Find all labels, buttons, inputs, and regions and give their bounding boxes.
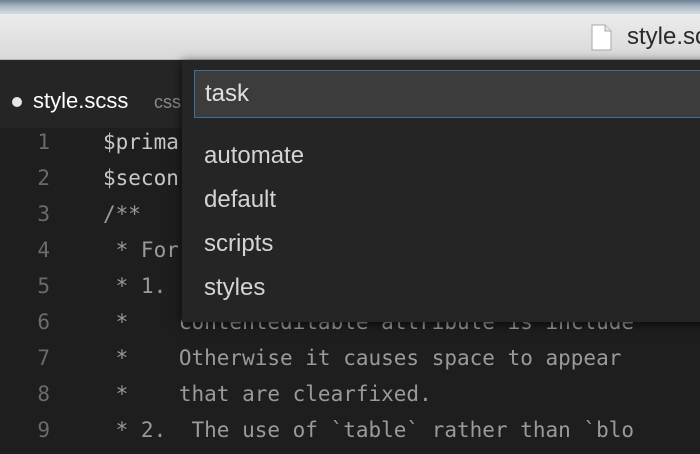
line-number: 5 <box>37 274 50 298</box>
line-number: 7 <box>37 346 50 370</box>
line-code: $prima <box>103 130 179 154</box>
line-code: * For <box>103 238 179 262</box>
code-line: 7 * Otherwise it causes space to appear <box>0 346 700 382</box>
line-number: 2 <box>37 166 50 190</box>
line-code: * 2. The use of `table` rather than `blo <box>103 418 635 442</box>
quick-open-input[interactable] <box>194 70 700 118</box>
line-number: 4 <box>37 238 50 262</box>
line-code: * Otherwise it causes space to appear <box>103 346 622 370</box>
code-line: 9 * 2. The use of `table` rather than `b… <box>0 418 700 454</box>
line-code: * that are clearfixed. <box>103 382 432 406</box>
document-icon <box>591 24 612 51</box>
quick-open-panel: automate default scripts styles <box>182 60 700 322</box>
line-code: * 1. <box>103 274 167 298</box>
unsaved-dot-icon <box>12 97 22 107</box>
code-line: 8 * that are clearfixed. <box>0 382 700 418</box>
window-title: style.scss <box>627 23 700 50</box>
line-number: 3 <box>37 202 50 226</box>
tab-style-scss[interactable]: style.scss <box>33 88 128 114</box>
quick-open-item-default[interactable]: default <box>204 180 700 220</box>
desktop-background-strip <box>0 0 700 14</box>
tab-language-label: css <box>154 92 181 112</box>
line-code: /** <box>103 202 141 226</box>
window-titlebar: style.scss <box>0 14 700 60</box>
line-number: 6 <box>37 310 50 334</box>
quick-open-item-styles[interactable]: styles <box>204 268 700 308</box>
quick-open-item-scripts[interactable]: scripts <box>204 224 700 264</box>
quick-open-item-automate[interactable]: automate <box>204 136 700 176</box>
line-number: 8 <box>37 382 50 406</box>
line-number: 9 <box>37 418 50 442</box>
line-code: $secon <box>103 166 179 190</box>
line-number: 1 <box>37 130 50 154</box>
